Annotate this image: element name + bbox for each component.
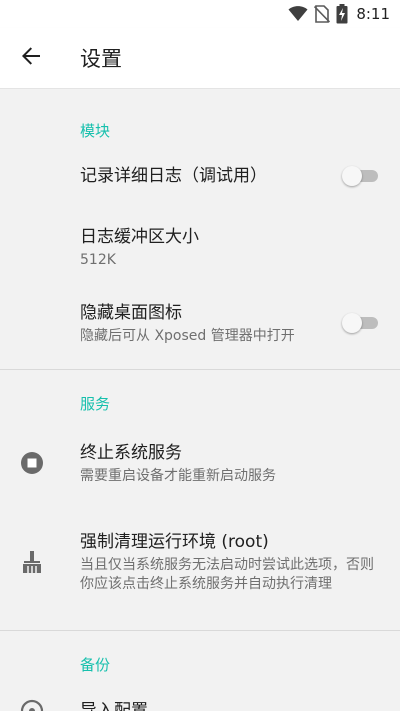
arrow-back-icon xyxy=(21,46,41,70)
back-button[interactable] xyxy=(0,28,62,88)
pref-stop-service[interactable]: 终止系统服务 需要重启设备才能重新启动服务 xyxy=(0,420,400,506)
app-bar: 设置 xyxy=(0,28,400,89)
pref-summary: 当且仅当系统服务无法启动时尝试此选项，否则你应该点击终止系统服务并自动执行清理 xyxy=(80,557,374,592)
pref-title: 记录详细日志（调试用） xyxy=(80,166,267,186)
broom-icon xyxy=(20,550,44,574)
status-time: 8:11 xyxy=(356,5,390,23)
verbose-log-switch[interactable] xyxy=(342,164,380,188)
page-title: 设置 xyxy=(80,47,122,71)
pref-title: 导入配置 xyxy=(80,701,148,711)
pref-summary: 隐藏后可从 Xposed 管理器中打开 xyxy=(80,327,295,344)
settings-list[interactable]: 模块 记录详细日志（调试用） 日志缓冲区大小 512K 隐藏桌面图标 隐藏后可从… xyxy=(0,89,400,711)
pref-title: 强制清理运行环境 (root) xyxy=(80,532,269,552)
wifi-icon xyxy=(288,6,308,22)
pref-title: 终止系统服务 xyxy=(80,442,182,463)
section-header-backup: 备份 xyxy=(80,656,111,674)
settings-screen: 8:11 设置 模块 记录详细日志（调试用） 日志缓冲区大小 512K 隐藏桌面… xyxy=(0,0,400,711)
import-icon xyxy=(20,699,44,711)
section-header-module: 模块 xyxy=(80,122,111,140)
stop-circle-icon xyxy=(20,451,44,475)
hide-icon-switch[interactable] xyxy=(342,311,380,335)
status-bar: 8:11 xyxy=(0,0,400,28)
pref-verbose-log[interactable]: 记录详细日志（调试用） xyxy=(0,147,400,205)
pref-force-clean[interactable]: 强制清理运行环境 (root) 当且仅当系统服务无法启动时尝试此选项，否则你应该… xyxy=(0,506,400,618)
battery-charging-icon xyxy=(336,4,348,24)
pref-title: 日志缓冲区大小 xyxy=(80,226,199,247)
pref-summary: 512K xyxy=(80,251,116,268)
pref-title: 隐藏桌面图标 xyxy=(80,302,182,323)
section-header-service: 服务 xyxy=(80,395,111,413)
pref-hide-icon[interactable]: 隐藏桌面图标 隐藏后可从 Xposed 管理器中打开 xyxy=(0,289,400,357)
pref-import-config[interactable]: 导入配置 xyxy=(0,681,400,711)
pref-log-buffer-size[interactable]: 日志缓冲区大小 512K xyxy=(0,205,400,289)
pref-summary: 需要重启设备才能重新启动服务 xyxy=(80,467,276,484)
no-sim-icon xyxy=(314,5,331,23)
